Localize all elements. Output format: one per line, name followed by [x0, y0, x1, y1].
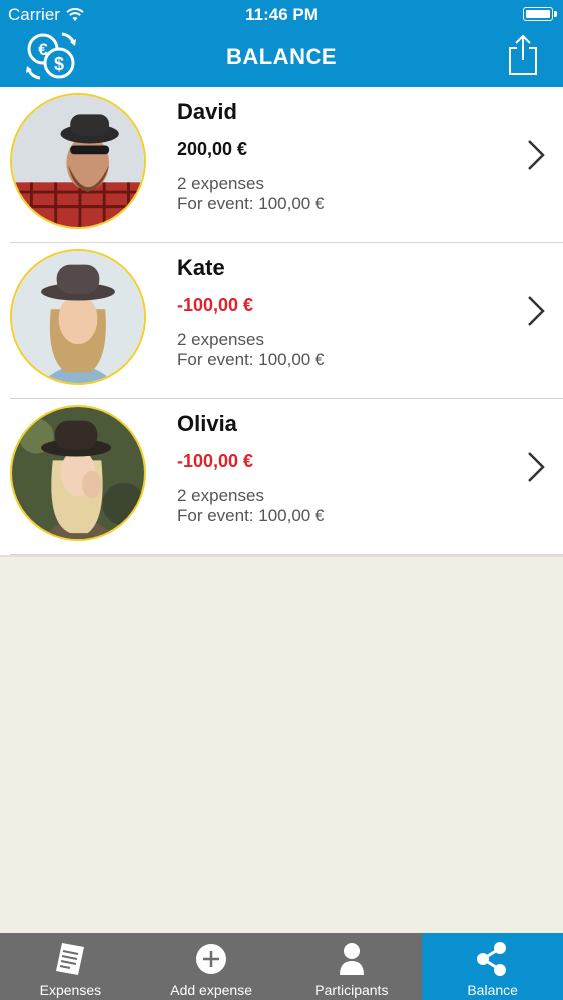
participant-name: David [177, 99, 237, 124]
status-time: 11:46 PM [245, 5, 318, 24]
page-title: BALANCE [225, 44, 338, 69]
participant-row-olivia[interactable]: Olivia -100,00 € 2 expenses For event: 1… [0, 399, 563, 555]
expense-count: 2 expenses [177, 330, 264, 349]
balance-list: David 200,00 € 2 expenses For event: 100… [0, 87, 563, 555]
chevron-right-icon [528, 452, 545, 482]
participant-name: Olivia [177, 411, 237, 436]
plus-circle-icon [196, 944, 227, 974]
participant-name: Kate [177, 255, 225, 280]
balance-amount: 200,00 € [177, 139, 248, 159]
person-icon [339, 943, 364, 975]
receipt-icon [56, 943, 85, 975]
for-event-amount: For event: 100,00 € [177, 194, 325, 213]
balance-amount: -100,00 € [177, 451, 254, 471]
top-bar: Carrier 11:46 PM € $ BALANCE [0, 0, 563, 87]
status-bar: Carrier 11:46 PM [0, 0, 563, 30]
for-event-amount: For event: 100,00 € [177, 506, 325, 525]
participant-row-kate[interactable]: Kate -100,00 € 2 expenses For event: 100… [0, 243, 563, 399]
tab-label: Expenses [39, 982, 102, 998]
expense-count: 2 expenses [177, 174, 264, 193]
avatar [10, 249, 146, 385]
balance-amount: -100,00 € [177, 295, 254, 315]
tab-add-expense[interactable]: Add expense [141, 933, 282, 1000]
share-icon[interactable] [507, 34, 539, 76]
tab-expenses[interactable]: Expenses [0, 933, 141, 1000]
expense-count: 2 expenses [177, 486, 264, 505]
tab-label: Add expense [170, 982, 252, 998]
tab-bar: Expenses Add expense Participants Balanc… [0, 933, 563, 1000]
list-bottom-edge [0, 555, 563, 557]
chevron-right-icon [528, 140, 545, 170]
for-event-amount: For event: 100,00 € [177, 350, 325, 369]
tab-participants[interactable]: Participants [282, 933, 423, 1000]
tab-balance[interactable]: Balance [422, 933, 563, 1000]
avatar [10, 405, 146, 541]
tab-label: Balance [467, 982, 518, 998]
avatar [10, 93, 146, 229]
share-nodes-icon [476, 942, 506, 976]
chevron-right-icon [528, 296, 545, 326]
battery-icon [523, 7, 557, 21]
tab-label: Participants [315, 982, 389, 998]
participant-row-david[interactable]: David 200,00 € 2 expenses For event: 100… [0, 87, 563, 243]
